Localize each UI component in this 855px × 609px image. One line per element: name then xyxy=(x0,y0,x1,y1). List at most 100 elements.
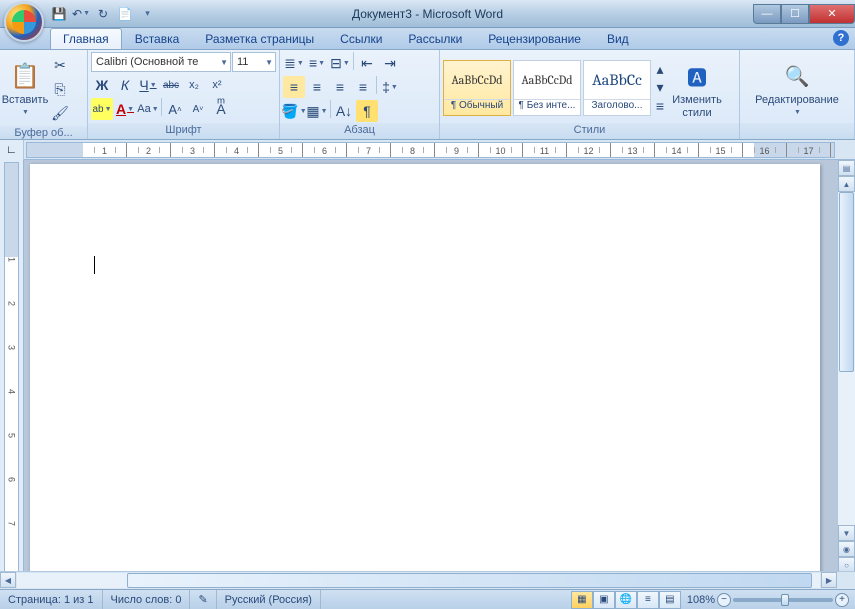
line-spacing-button[interactable]: ‡▼ xyxy=(379,76,401,98)
show-marks-button[interactable]: ¶ xyxy=(356,100,378,122)
status-spellcheck[interactable]: ✎ xyxy=(190,590,216,609)
scroll-down-button[interactable]: ▼ xyxy=(838,525,855,541)
view-print-layout[interactable]: ▦ xyxy=(571,591,593,609)
shading-button[interactable]: 🪣▼ xyxy=(283,100,305,122)
strike-button[interactable]: abc xyxy=(160,74,182,96)
tab-insert[interactable]: Вставка xyxy=(122,28,193,49)
tab-selector[interactable]: ∟ xyxy=(0,140,24,160)
document-viewport[interactable] xyxy=(24,160,837,589)
group-label-styles: Стили xyxy=(440,123,739,139)
scroll-right-button[interactable]: ▶ xyxy=(821,572,837,588)
clear-formatting-button[interactable]: Aͫ xyxy=(210,98,232,120)
office-button[interactable] xyxy=(4,2,44,42)
scroll-thumb-v[interactable] xyxy=(839,192,854,372)
qat-more-icon[interactable]: ▾ xyxy=(138,5,156,23)
maximize-button[interactable]: ☐ xyxy=(781,4,809,24)
align-center-button[interactable]: ≡ xyxy=(306,76,328,98)
minimize-button[interactable]: — xyxy=(753,4,781,24)
undo-icon[interactable]: ↶▼ xyxy=(72,5,90,23)
style-no-spacing[interactable]: AaBbCcDd ¶ Без инте... xyxy=(513,60,581,116)
styles-row-up[interactable]: ▴ xyxy=(653,61,667,79)
group-font: Calibri (Основной те▼ 11▼ Ж К Ч▼ abc x₂ … xyxy=(88,50,280,139)
subscript-button[interactable]: x₂ xyxy=(183,74,205,96)
horizontal-ruler[interactable]: 123 456 789 101112 131415 1617 xyxy=(26,142,835,158)
borders-button[interactable]: ▦▼ xyxy=(306,100,328,122)
view-buttons: ▦ ▣ 🌐 ≡ ▤ xyxy=(571,591,681,609)
group-clipboard: 📋 Вставить ▼ ✂ ⎘ 🖌 Буфер об... xyxy=(0,50,88,139)
text-cursor xyxy=(94,256,95,274)
change-styles-button[interactable]: 🅰 Изменить стили xyxy=(669,54,725,122)
grow-font-button[interactable]: A˄ xyxy=(164,98,186,120)
tab-home[interactable]: Главная xyxy=(50,28,122,49)
find-icon: 🔍 xyxy=(781,60,813,92)
prev-page-button[interactable]: ◉ xyxy=(838,541,855,557)
zoom-in-button[interactable]: + xyxy=(835,593,849,607)
style-heading1[interactable]: AaBbCc Заголово... xyxy=(583,60,651,116)
numbering-button[interactable]: ≡▼ xyxy=(306,52,328,74)
save-icon[interactable]: 💾 xyxy=(50,5,68,23)
view-web-layout[interactable]: 🌐 xyxy=(615,591,637,609)
styles-row-down[interactable]: ▾ xyxy=(653,79,667,97)
shrink-font-button[interactable]: A˅ xyxy=(187,98,209,120)
help-icon[interactable]: ? xyxy=(833,30,849,46)
increase-indent-button[interactable]: ⇥ xyxy=(379,52,401,74)
vertical-scrollbar[interactable]: ▤ ▲ ▼ ◉ ○ ◉ xyxy=(837,160,855,589)
justify-button[interactable]: ≡ xyxy=(352,76,374,98)
scroll-left-button[interactable]: ◀ xyxy=(0,572,16,588)
tab-review[interactable]: Рецензирование xyxy=(475,28,594,49)
bullets-button[interactable]: ≣▼ xyxy=(283,52,305,74)
close-button[interactable]: ✕ xyxy=(809,4,855,24)
tab-mailings[interactable]: Рассылки xyxy=(395,28,475,49)
view-outline[interactable]: ≡ xyxy=(637,591,659,609)
view-full-screen[interactable]: ▣ xyxy=(593,591,615,609)
change-case-button[interactable]: Aa▼ xyxy=(137,98,159,120)
font-size-combo[interactable]: 11▼ xyxy=(232,52,276,72)
decrease-indent-button[interactable]: ⇤ xyxy=(356,52,378,74)
zoom-slider[interactable] xyxy=(733,598,833,602)
status-language[interactable]: Русский (Россия) xyxy=(217,590,321,609)
font-name-combo[interactable]: Calibri (Основной те▼ xyxy=(91,52,231,72)
status-page[interactable]: Страница: 1 из 1 xyxy=(0,590,103,609)
group-paragraph: ≣▼ ≡▼ ⊟▼ ⇤ ⇥ ≡ ≡ ≡ ≡ ‡▼ 🪣▼ ▦▼ A↓ ¶ xyxy=(280,50,440,139)
horizontal-scrollbar[interactable]: ◀ ▶ xyxy=(0,571,855,589)
tab-references[interactable]: Ссылки xyxy=(327,28,395,49)
status-bar: Страница: 1 из 1 Число слов: 0 ✎ Русский… xyxy=(0,589,855,609)
align-left-button[interactable]: ≡ xyxy=(283,76,305,98)
page[interactable] xyxy=(30,164,820,584)
zoom-slider-thumb[interactable] xyxy=(781,594,789,606)
tab-page-layout[interactable]: Разметка страницы xyxy=(192,28,327,49)
tab-view[interactable]: Вид xyxy=(594,28,642,49)
scroll-thumb-h[interactable] xyxy=(127,573,812,588)
copy-icon[interactable]: ⎘ xyxy=(49,78,71,100)
cut-icon[interactable]: ✂ xyxy=(49,54,71,76)
italic-button[interactable]: К xyxy=(114,74,136,96)
ribbon-tabs: Главная Вставка Разметка страницы Ссылки… xyxy=(0,28,855,50)
scroll-up-button[interactable]: ▲ xyxy=(838,176,855,192)
redo-icon[interactable]: ↻ xyxy=(94,5,112,23)
status-word-count[interactable]: Число слов: 0 xyxy=(103,590,191,609)
zoom-out-button[interactable]: − xyxy=(717,593,731,607)
window-title: Документ3 - Microsoft Word xyxy=(352,7,503,21)
qat-custom-icon[interactable]: 📄 xyxy=(116,5,134,23)
underline-button[interactable]: Ч▼ xyxy=(137,74,159,96)
group-styles: AaBbCcDd ¶ Обычный AaBbCcDd ¶ Без инте..… xyxy=(440,50,740,139)
sort-button[interactable]: A↓ xyxy=(333,100,355,122)
paste-button[interactable]: 📋 Вставить ▼ xyxy=(3,52,47,120)
zoom-percent[interactable]: 108% xyxy=(687,594,715,606)
bold-button[interactable]: Ж xyxy=(91,74,113,96)
ribbon: 📋 Вставить ▼ ✂ ⎘ 🖌 Буфер об... Calibri (… xyxy=(0,50,855,140)
editing-button[interactable]: 🔍 Редактирование ▼ xyxy=(752,52,842,120)
ruler-toggle[interactable]: ▤ xyxy=(838,160,855,176)
font-color-button[interactable]: A▼ xyxy=(114,98,136,120)
format-painter-icon[interactable]: 🖌 xyxy=(49,102,71,124)
multilevel-button[interactable]: ⊟▼ xyxy=(329,52,351,74)
align-right-button[interactable]: ≡ xyxy=(329,76,351,98)
styles-expand[interactable]: ≡ xyxy=(653,97,667,115)
style-normal[interactable]: AaBbCcDd ¶ Обычный xyxy=(443,60,511,116)
view-draft[interactable]: ▤ xyxy=(659,591,681,609)
vertical-ruler[interactable]: 123 456 7 xyxy=(0,160,24,589)
highlight-button[interactable]: ab▼ xyxy=(91,98,113,120)
document-area: 123 456 7 ▤ ▲ ▼ ◉ ○ ◉ xyxy=(0,160,855,589)
group-editing: 🔍 Редактирование ▼ xyxy=(740,50,855,139)
superscript-button[interactable]: x² xyxy=(206,74,228,96)
